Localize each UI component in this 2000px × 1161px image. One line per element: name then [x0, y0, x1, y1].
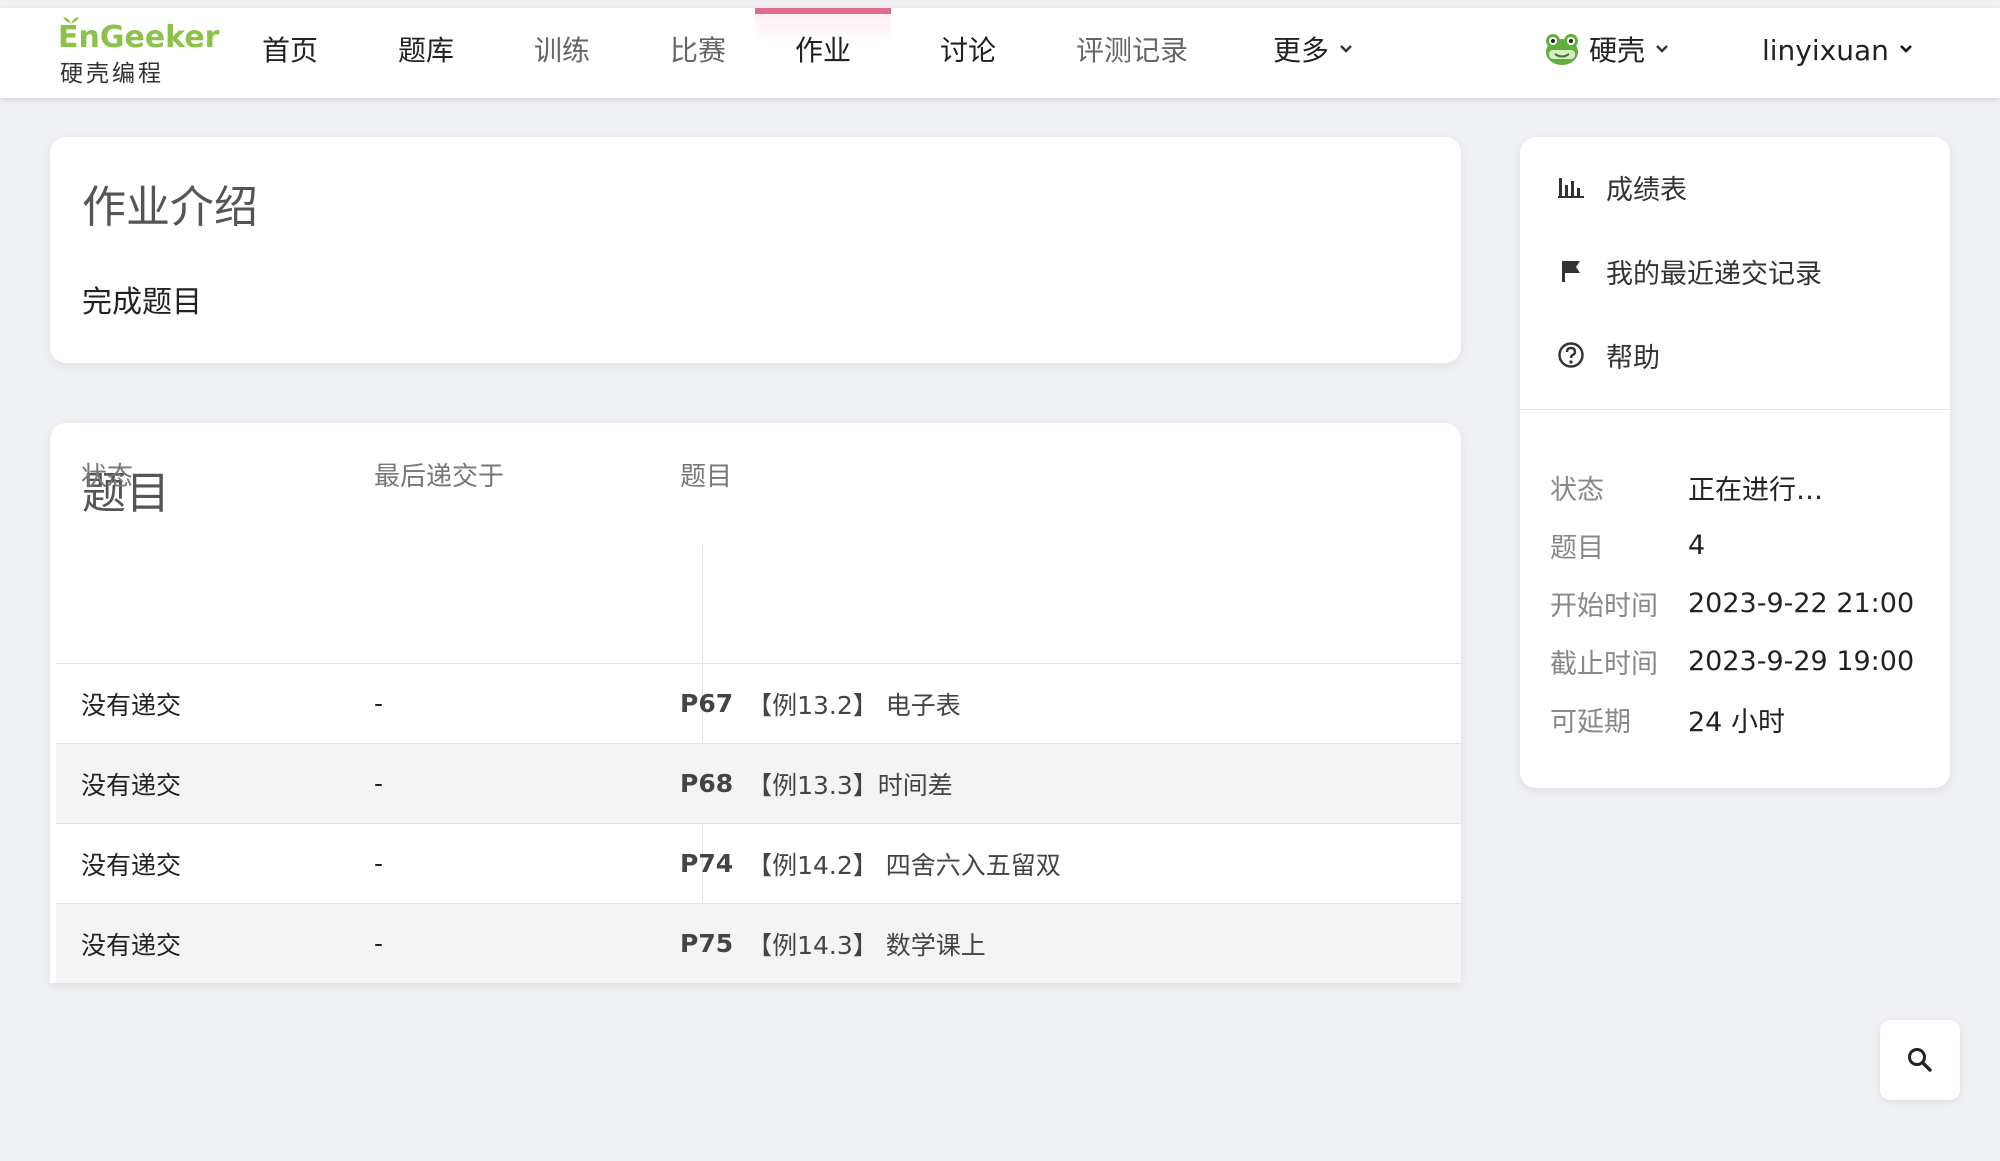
nav-more-label: 更多: [1272, 34, 1329, 67]
col-problem: 题目: [680, 462, 733, 492]
homework-intro-card: 作业介绍 完成题目: [50, 137, 1461, 363]
nav-discussion-label: 讨论: [939, 34, 996, 67]
intro-title: 作业介绍: [82, 182, 258, 233]
info-value: 24 小时: [1688, 706, 1785, 738]
problem-id: P75: [680, 929, 734, 958]
info-label: 截止时间: [1550, 648, 1658, 680]
sidebar-divider: [1520, 409, 1950, 410]
user-menu[interactable]: linyixuan: [1762, 8, 1913, 98]
info-label: 状态: [1550, 474, 1604, 506]
table-row[interactable]: 没有递交 - P74 【例14.2】 四舍六入五留双: [56, 823, 1461, 903]
row-last-submit: -: [374, 689, 384, 718]
info-deadline: 截止时间 2023-9-29 19:00: [1550, 641, 1914, 681]
row-last-submit: -: [374, 929, 384, 958]
nav-home[interactable]: 首页: [250, 8, 330, 98]
nav-home-label: 首页: [261, 34, 318, 67]
chevron-down-icon: [1899, 45, 1912, 53]
nav-problems-label: 题库: [397, 34, 454, 67]
row-last-submit: -: [374, 849, 384, 878]
info-label: 题目: [1550, 532, 1604, 564]
info-status: 状态 正在进行…: [1550, 467, 1823, 507]
frog-avatar-icon: [1546, 34, 1578, 65]
flag-icon: [1562, 261, 1580, 282]
problem-title: 【例13.3】时间差: [747, 770, 953, 800]
info-label: 开始时间: [1550, 590, 1658, 622]
nav-training-label: 训练: [533, 34, 590, 67]
info-label: 可延期: [1550, 706, 1631, 738]
info-extension: 可延期 24 小时: [1550, 699, 1785, 739]
info-value: 2023-9-22 21:00: [1688, 587, 1915, 619]
help-label: 帮助: [1606, 342, 1660, 374]
table-row[interactable]: 没有递交 - P68 【例13.3】时间差: [56, 743, 1461, 823]
problem-title: 【例13.2】 电子表: [747, 690, 961, 720]
info-value: 4: [1688, 529, 1706, 561]
nav-records[interactable]: 评测记录: [1062, 8, 1202, 98]
problem-id: P67: [680, 689, 734, 718]
my-submissions-link[interactable]: 我的最近递交记录: [1556, 251, 1822, 291]
search-button[interactable]: [1880, 1020, 1960, 1100]
org-label: 硬壳: [1589, 34, 1646, 67]
info-value: 2023-9-29 19:00: [1688, 645, 1915, 677]
row-problem-link[interactable]: P67 【例13.2】 电子表: [680, 664, 961, 743]
nav-training[interactable]: 训练: [522, 8, 602, 98]
org-switcher[interactable]: 硬壳: [1543, 8, 1669, 98]
nav-homework[interactable]: 作业: [755, 8, 891, 98]
row-status: 没有递交: [81, 930, 182, 960]
bar-chart-icon: [1558, 178, 1584, 198]
search-icon: [1908, 1048, 1932, 1072]
col-status: 状态: [81, 462, 134, 492]
nav-problems[interactable]: 题库: [386, 8, 466, 98]
row-problem-link[interactable]: P75 【例14.3】 数学课上: [680, 904, 986, 983]
homework-sidebar: 成绩表 我的最近递交记录 帮助 状态 正在进行… 题目 4 开始时间 2023-…: [1520, 137, 1950, 788]
nav-records-label: 评测记录: [1075, 34, 1188, 67]
info-value: 正在进行…: [1688, 474, 1823, 506]
chevron-down-icon: [1340, 45, 1352, 53]
row-status: 没有递交: [81, 690, 182, 720]
username-label: linyixuan: [1762, 34, 1889, 67]
scoreboard-link[interactable]: 成绩表: [1556, 167, 1687, 207]
scoreboard-label: 成绩表: [1606, 174, 1687, 206]
help-circle-icon: [1558, 342, 1584, 368]
info-start-time: 开始时间 2023-9-22 21:00: [1550, 583, 1914, 623]
table-row[interactable]: 没有递交 - P67 【例13.2】 电子表: [56, 663, 1461, 743]
top-navbar: EnGeeker 硬壳编程 首页 题库 训练 比赛 作业 讨论 评测记录 更多 …: [0, 8, 2000, 98]
chevron-down-icon: [1656, 45, 1668, 53]
table-row[interactable]: 没有递交 - P75 【例14.3】 数学课上: [56, 903, 1461, 983]
problem-title: 【例14.2】 四舍六入五留双: [747, 850, 1061, 880]
nav-contest[interactable]: 比赛: [658, 8, 738, 98]
help-link[interactable]: 帮助: [1556, 335, 1660, 375]
row-status: 没有递交: [81, 770, 182, 800]
logo-wordmark: EnGeeker: [58, 20, 220, 55]
table-header: 状态 最后递交于 题目: [56, 423, 1461, 533]
problems-card: 题目 状态 最后递交于 题目 没有递交 - P67 【例13.2】 电子表 没有递…: [50, 423, 1461, 983]
nav-homework-label: 作业: [794, 34, 851, 67]
nav-contest-label: 比赛: [669, 34, 726, 67]
logo-subtitle: 硬壳编程: [60, 61, 164, 87]
problem-title: 【例14.3】 数学课上: [747, 930, 986, 960]
col-last-submit: 最后递交于: [374, 462, 505, 492]
nav-discussion[interactable]: 讨论: [928, 8, 1008, 98]
info-problem-count: 题目 4: [1550, 525, 1705, 565]
brand-logo[interactable]: EnGeeker 硬壳编程: [58, 17, 219, 90]
problem-id: P74: [680, 849, 734, 878]
row-problem-link[interactable]: P68 【例13.3】时间差: [680, 744, 953, 823]
problem-id: P68: [680, 769, 734, 798]
my-submissions-label: 我的最近递交记录: [1606, 258, 1822, 290]
row-status: 没有递交: [81, 850, 182, 880]
row-last-submit: -: [374, 769, 384, 798]
row-problem-link[interactable]: P74 【例14.2】 四舍六入五留双: [680, 824, 1061, 903]
intro-text: 完成题目: [82, 285, 202, 320]
nav-more[interactable]: 更多: [1258, 8, 1368, 98]
